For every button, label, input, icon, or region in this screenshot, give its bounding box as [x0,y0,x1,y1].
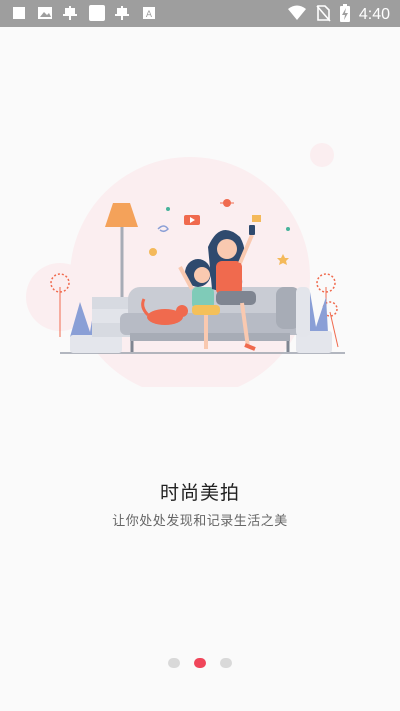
image-icon [36,4,54,22]
page-dot[interactable] [168,658,180,668]
clock: 4:40 [358,6,390,23]
svg-text:A: A [146,10,153,20]
square-icon [88,4,106,22]
bug-icon [114,4,132,22]
page-subtitle: 让你处处发现和记录生活之美 [112,514,288,529]
family-sofa-illustration [26,143,345,387]
status-bar: A 4:40 [0,0,400,27]
page-dot-active[interactable] [194,658,206,668]
onboarding-page[interactable]: 时尚美拍 让你处处发现和记录生活之美 [0,27,400,711]
system-icons: 4:40 [287,3,390,27]
font-icon: A [140,4,158,22]
battery-charging-icon [339,3,351,27]
page-dot[interactable] [220,658,232,668]
no-sim-icon [315,4,331,26]
notification-icons: A [10,4,158,22]
wifi-icon [287,4,307,26]
page-indicator [0,658,400,668]
square-icon [10,4,28,22]
bug-icon [62,4,80,22]
page-title: 时尚美拍 [159,482,240,504]
